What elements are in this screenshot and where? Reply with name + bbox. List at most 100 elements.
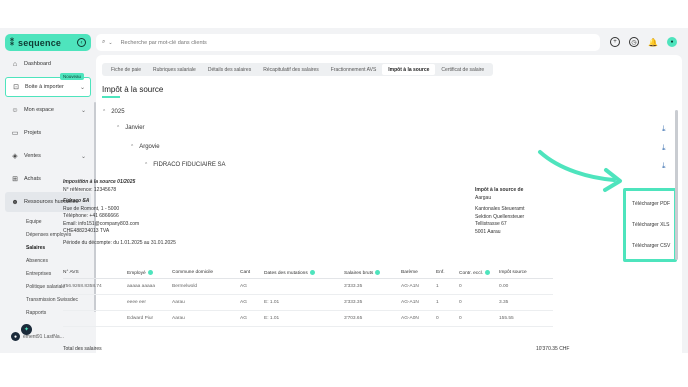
tree-year[interactable]: ⌃ 2025 bbox=[102, 109, 125, 115]
tax-office-line: 5001 Aarau bbox=[475, 228, 501, 235]
sidebar-item-label: Boite à importer bbox=[25, 84, 64, 90]
download-icon[interactable]: ⤓ bbox=[662, 161, 666, 171]
tax-table: N° AVS Employé Commune domicile Cant Dat… bbox=[63, 267, 553, 327]
sort-icon[interactable] bbox=[375, 269, 381, 275]
cell: AG bbox=[240, 300, 247, 305]
bell-icon[interactable]: 🔔 bbox=[648, 37, 658, 47]
col-employee[interactable]: Employé bbox=[127, 269, 172, 276]
cell: 0 bbox=[459, 316, 462, 321]
sidebar-item-dashboard[interactable]: ⌂ Dashboard bbox=[5, 54, 91, 74]
cell: 3'333.35 bbox=[344, 284, 363, 289]
download-pdf-option[interactable]: Télécharger PDF bbox=[626, 195, 674, 212]
chevron-up-icon: ⌃ bbox=[102, 109, 107, 115]
cart-icon: ⊞ bbox=[12, 176, 18, 183]
cell: 155.55 bbox=[499, 316, 514, 321]
main-scrollbar[interactable] bbox=[675, 110, 678, 260]
cell: Edward Piur bbox=[127, 316, 154, 321]
col-mutations[interactable]: Dates des mutations bbox=[264, 269, 344, 276]
chevron-up-icon: ⌃ bbox=[116, 125, 121, 131]
profile-icon[interactable]: ● bbox=[667, 37, 677, 47]
sidebar-item-my-space[interactable]: ☺ Mon espace ⌄ bbox=[5, 100, 91, 120]
tab-salary-summary[interactable]: Récapitulatif des salaires bbox=[257, 64, 325, 75]
tree-company[interactable]: ⌃ FIDRACO FIDUCIAIRE SA bbox=[144, 162, 226, 168]
cell: AG-A0N bbox=[401, 316, 419, 321]
sidebar-item-label: Ventes bbox=[24, 153, 41, 159]
tab-avs-split[interactable]: Fractionnement AVS bbox=[325, 64, 383, 75]
tab-bar: Fiche de paie Rubriques salariale Détail… bbox=[102, 63, 494, 76]
total-value: 10'370.35 CHF bbox=[536, 346, 570, 352]
chevron-down-icon[interactable]: ⌄ bbox=[108, 40, 112, 46]
tax-office-line: Sektion Quellensteuer bbox=[475, 213, 525, 220]
tree-month[interactable]: ⌃ Janvier bbox=[116, 125, 145, 131]
search-bar[interactable]: ⌕ ⌄ bbox=[96, 34, 600, 51]
cell: 3'333.35 bbox=[344, 300, 363, 305]
sidebar-item-projects[interactable]: ▭ Projets bbox=[5, 123, 91, 143]
new-badge: Nouveau bbox=[59, 73, 84, 80]
cell: AG bbox=[240, 284, 247, 289]
sidebar-item-label: Projets bbox=[24, 130, 42, 136]
sort-icon[interactable] bbox=[147, 269, 153, 275]
info-street: Rue de Romont, 1 - 5000 bbox=[63, 205, 120, 212]
col-gross[interactable]: Salaires bruts bbox=[344, 269, 401, 276]
table-row[interactable]: 756.9268.8358.74 aaaaa aaaaa Bermelwold … bbox=[63, 279, 553, 295]
sort-icon[interactable] bbox=[485, 269, 490, 275]
tab-withholding-tax[interactable]: Impôt à la source bbox=[382, 64, 436, 75]
tree-canton[interactable]: ⌃ Argovie bbox=[130, 144, 160, 150]
col-children[interactable]: Enf. bbox=[436, 270, 459, 275]
download-icon[interactable]: ⤓ bbox=[662, 143, 666, 153]
col-tax[interactable]: Impôt source bbox=[499, 270, 549, 275]
tab-salary-items[interactable]: Rubriques salariale bbox=[147, 64, 202, 75]
user-profile[interactable]: ✦ ● ement91 LastNa... bbox=[11, 324, 64, 341]
sort-icon[interactable] bbox=[309, 269, 315, 275]
user-icon: ☺ bbox=[11, 106, 19, 114]
col-mutations-label: Dates des mutations bbox=[264, 270, 308, 276]
sidebar-subitem-absences[interactable]: Absences bbox=[5, 254, 91, 267]
info-period: Période du décompte: du 1.01.2025 au 31.… bbox=[63, 239, 176, 246]
sidebar-item-sales[interactable]: ◈ Ventes ⌄ bbox=[5, 146, 91, 166]
sidebar-item-inbox[interactable]: Nouveau ⊡ Boite à importer ⌄ bbox=[5, 73, 91, 97]
download-menu: Télécharger PDF Télécharger XLS Téléchar… bbox=[623, 188, 677, 262]
cell: aaaaa aaaaa bbox=[127, 284, 156, 289]
col-scale[interactable]: Barème bbox=[401, 270, 436, 275]
tab-salary-details[interactable]: Détails des salaires bbox=[202, 64, 257, 75]
clock-icon[interactable]: ◷ bbox=[629, 37, 639, 47]
title-underline bbox=[102, 96, 120, 98]
cell: 0.00 bbox=[499, 284, 509, 289]
folder-icon: ▭ bbox=[11, 130, 19, 137]
add-icon[interactable]: + bbox=[610, 37, 620, 47]
tax-office-heading: Impôt à la source de bbox=[475, 187, 524, 193]
col-employee-label: Employé bbox=[127, 270, 146, 276]
table-row[interactable]: Edward Piur Aarau AG E: 1.01 3'703.65 AG… bbox=[63, 311, 553, 327]
col-gross-label: Salaires bruts bbox=[344, 270, 374, 276]
cell: 3.35 bbox=[499, 300, 509, 305]
tab-payslip[interactable]: Fiche de paie bbox=[105, 64, 147, 75]
tag-icon: ◈ bbox=[12, 153, 18, 160]
tax-office-info: Impôt à la source de Aargau Kantonales S… bbox=[475, 187, 524, 236]
cell: 0 bbox=[459, 300, 462, 305]
help-bot-icon[interactable]: ✦ bbox=[21, 324, 32, 335]
sidebar-item-label: Achats bbox=[24, 176, 41, 182]
home-icon: ⌂ bbox=[12, 60, 18, 68]
logo[interactable]: ⁑ sequence ‹ bbox=[5, 34, 91, 51]
search-input[interactable] bbox=[120, 39, 521, 46]
cell: Bermelwold bbox=[172, 284, 198, 289]
col-canton[interactable]: Cant bbox=[240, 270, 264, 275]
col-commune[interactable]: Commune domicile bbox=[172, 270, 240, 275]
download-icon[interactable]: ⤓ bbox=[662, 124, 666, 134]
cell: Aarau bbox=[172, 300, 185, 305]
chevron-down-icon: ⌄ bbox=[80, 107, 86, 114]
col-church-label: Contr. eccl. bbox=[459, 270, 483, 276]
chevron-down-icon: ⌄ bbox=[79, 84, 85, 91]
download-xls-option[interactable]: Télécharger XLS bbox=[626, 216, 674, 233]
tax-office-line: Aargau bbox=[475, 194, 492, 201]
info-phone: Téléphone: +41 6866666 bbox=[63, 213, 119, 219]
download-csv-option[interactable]: Télécharger CSV bbox=[626, 237, 674, 254]
search-icon: ⌕ bbox=[102, 39, 106, 45]
info-company: Fidraco SA bbox=[63, 198, 90, 204]
sidebar-item-label: Mon espace bbox=[24, 107, 54, 113]
tab-salary-certificate[interactable]: Certificat de salaire bbox=[435, 64, 490, 75]
col-avs[interactable]: N° AVS bbox=[63, 270, 127, 275]
sidebar-toggle-icon[interactable]: ‹ bbox=[77, 38, 86, 47]
col-church[interactable]: Contr. eccl. bbox=[459, 269, 499, 276]
table-row[interactable]: eeee eer Aarau AG E: 1.01 3'333.35 AG-A1… bbox=[63, 295, 553, 311]
